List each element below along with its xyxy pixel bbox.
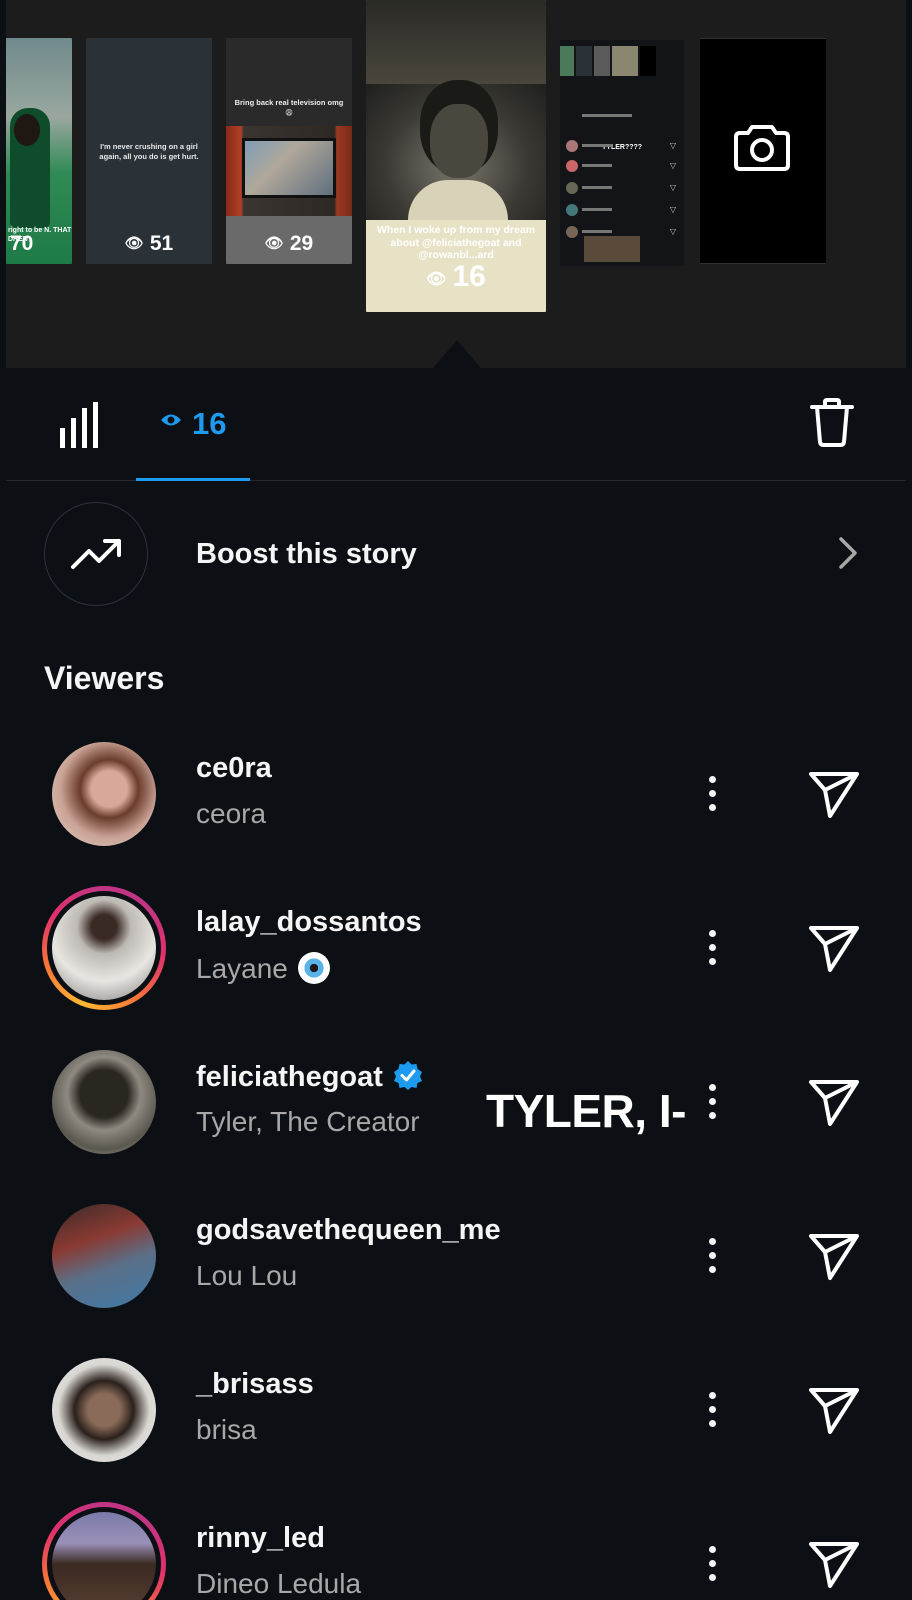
story-view-count: 👁 29 [264,232,314,255]
send-icon[interactable] [808,924,860,974]
eye-icon: 👁 [426,271,447,288]
story-strip: right to be N. THAT DREN 70 I'm never cr… [0,0,912,368]
avatar[interactable] [52,742,156,846]
trending-up-icon [71,539,121,569]
viewer-username: ce0ra [196,752,272,784]
viewer-username: rinny_led [196,1522,325,1554]
boost-icon-circle [44,502,148,606]
selected-story-pointer [433,340,481,368]
viewer-fullname: Lou Lou [196,1260,298,1291]
story-view-count: 👁 16 [426,260,486,293]
viewer-row[interactable]: godsavethequeen_me Lou Lou [6,1204,906,1358]
viewers-heading: Viewers [44,660,165,696]
story-view-count: 70 [10,232,34,255]
story-thumbnail-1[interactable]: right to be N. THAT DREN 70 [6,38,72,264]
viewer-row[interactable]: lalay_dossantos Layane [6,886,906,1050]
send-icon[interactable] [808,1232,860,1282]
bar-chart-icon[interactable] [58,402,102,450]
avatar[interactable] [52,1358,156,1462]
viewers-count: 16 [192,406,227,441]
story-caption: I'm never crushing on a girl again, all … [99,142,199,161]
tab-active-indicator [136,478,250,481]
video-overlay-caption: TYLER, I- [486,1085,686,1137]
send-icon[interactable] [808,1386,860,1436]
chevron-right-icon [839,537,857,569]
tab-viewers[interactable]: 16 [136,368,250,481]
story-caption: Bring back real television omg 😩 [234,98,344,117]
avatar-story-ring[interactable] [42,1502,166,1600]
story-view-count: 👁 51 [124,232,174,255]
more-options-icon[interactable] [706,1546,718,1586]
verified-badge-icon [393,1061,422,1090]
boost-story-row[interactable]: Boost this story [6,482,906,624]
more-options-icon[interactable] [706,1084,718,1124]
trash-icon[interactable] [810,398,854,448]
more-options-icon[interactable] [706,930,718,970]
avatar[interactable] [52,1050,156,1154]
send-icon[interactable] [808,1078,860,1128]
viewer-row[interactable]: rinny_led Dineo Ledula [6,1502,906,1600]
send-icon[interactable] [808,1540,860,1590]
viewer-username: _brisass [196,1368,314,1400]
send-icon[interactable] [808,770,860,820]
viewer-username: lalay_dossantos [196,906,422,938]
viewer-fullname: Layane [196,952,330,985]
more-options-icon[interactable] [706,776,718,816]
avatar[interactable] [52,1204,156,1308]
story-thumbnail-selected[interactable]: When I woke up from my dream about @feli… [366,0,546,312]
viewer-row[interactable]: feliciathegoat Tyler, The Creator [6,1050,906,1204]
boost-label: Boost this story [196,538,417,570]
story-thumbnail-2[interactable]: I'm never crushing on a girl again, all … [86,38,212,264]
eye-icon [161,414,181,426]
story-thumbnail-3[interactable]: Bring back real television omg 😩 👁 29 [226,38,352,264]
viewer-row[interactable]: _brisass brisa [6,1358,906,1512]
viewer-fullname: ceora [196,798,267,829]
camera-icon [734,125,790,171]
eye-icon: 👁 [124,235,144,252]
add-story-camera[interactable] [700,38,826,264]
viewer-fullname: brisa [196,1414,257,1445]
viewer-username: feliciathegoat [196,1060,423,1094]
eye-icon: 👁 [264,235,284,252]
tv-image [242,138,336,198]
more-options-icon[interactable] [706,1238,718,1278]
story-insights-tabs: 16 [6,368,906,481]
viewer-username: godsavethequeen_me [196,1214,501,1246]
nazar-amulet-emoji [297,952,330,984]
viewer-row[interactable]: ce0ra ceora [6,742,906,896]
viewer-fullname: Dineo Ledula [196,1568,362,1599]
viewer-fullname: Tyler, The Creator [196,1106,420,1137]
avatar-story-ring[interactable] [42,886,166,1010]
more-options-icon[interactable] [706,1392,718,1432]
story-caption: When I woke up from my dream about @feli… [376,224,536,261]
story-thumbnail-5[interactable]: TYLER???? ▽ ▽ ▽ ▽ ▽ [560,40,684,266]
